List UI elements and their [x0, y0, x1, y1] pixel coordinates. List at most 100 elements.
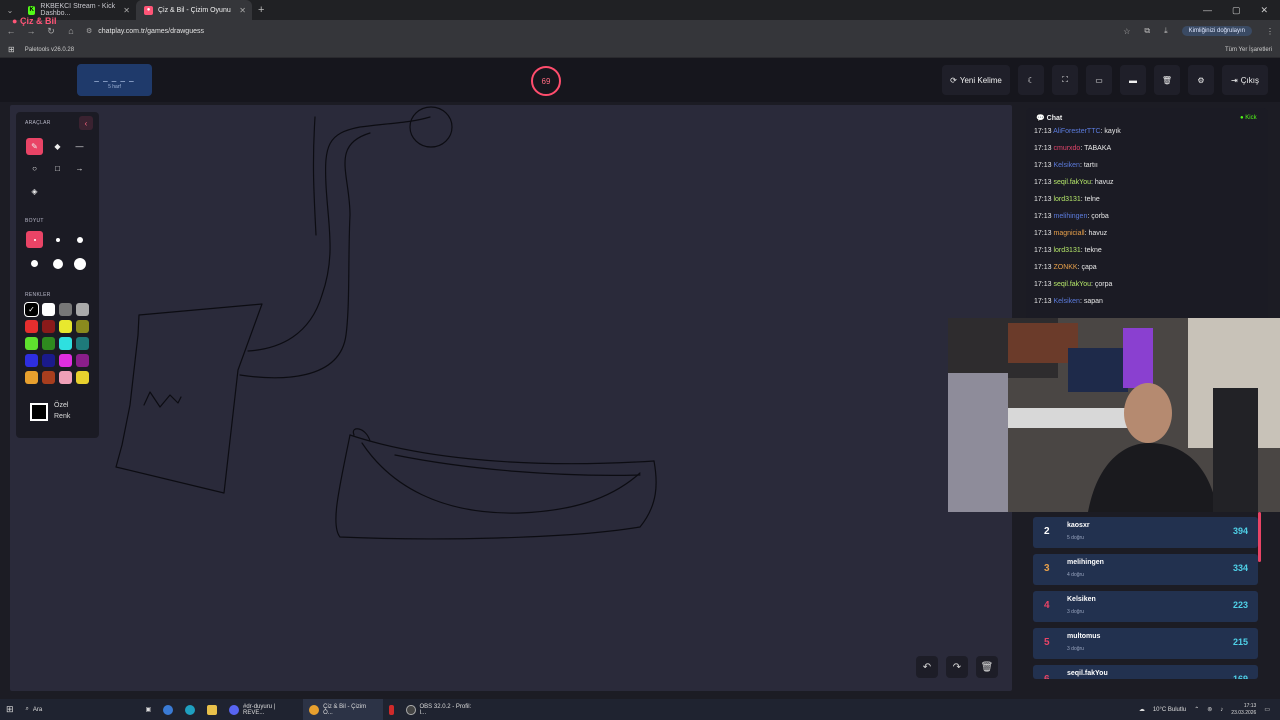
start-button[interactable]: ⊞: [0, 699, 20, 720]
panel-icon: ▬: [1129, 75, 1137, 85]
size-2-button[interactable]: [49, 231, 66, 248]
bookmark-paletools[interactable]: Paletools v26.0.28: [25, 47, 74, 53]
color-swatch[interactable]: [42, 354, 55, 367]
rectangle-tool-button[interactable]: □: [49, 160, 66, 177]
color-swatch[interactable]: [59, 320, 72, 333]
color-swatch[interactable]: [59, 371, 72, 384]
minimize-icon[interactable]: —: [1203, 5, 1212, 16]
panel-button[interactable]: ▬: [1120, 65, 1146, 95]
leaderboard-scrollbar[interactable]: [1258, 512, 1261, 562]
clear-button[interactable]: 🗑: [1154, 65, 1180, 95]
download-icon[interactable]: ⤓: [1164, 26, 1168, 36]
all-bookmarks-link[interactable]: Tüm Yer İşaretleri: [1225, 47, 1272, 53]
exit-button[interactable]: ⇥ Çıkış: [1222, 65, 1268, 95]
layout-button[interactable]: ▭: [1086, 65, 1112, 95]
dark-mode-button[interactable]: ☾: [1018, 65, 1044, 95]
back-icon[interactable]: ←: [6, 26, 16, 36]
eraser-tool-button[interactable]: ◆: [49, 138, 66, 155]
size-5-button[interactable]: [49, 255, 66, 272]
color-swatch[interactable]: [42, 320, 55, 333]
network-icon[interactable]: ⊚: [1207, 706, 1212, 713]
chat-username[interactable]: cmurxdo: [1053, 145, 1080, 152]
taskbar-app-chrome[interactable]: Çiz & Bil - Çizim O...: [303, 699, 384, 720]
color-swatch[interactable]: [76, 303, 89, 316]
star-icon[interactable]: ☆: [1123, 27, 1130, 36]
circle-tool-button[interactable]: ○: [26, 160, 43, 177]
new-tab-icon[interactable]: +: [258, 4, 264, 16]
chat-username[interactable]: ZONKK: [1053, 264, 1077, 271]
color-swatch[interactable]: [76, 371, 89, 384]
color-swatch[interactable]: [59, 303, 72, 316]
color-swatch[interactable]: [76, 337, 89, 350]
chat-username[interactable]: melihingen: [1053, 213, 1087, 220]
close-icon[interactable]: ✕: [239, 6, 246, 15]
drawing-canvas[interactable]: [10, 105, 1012, 691]
clear-canvas-button[interactable]: 🗑: [976, 656, 998, 678]
color-swatch[interactable]: [76, 354, 89, 367]
color-swatch[interactable]: [25, 354, 38, 367]
menu-icon[interactable]: ⋮: [1266, 27, 1274, 36]
chat-username[interactable]: seqil.fakYou: [1053, 281, 1091, 288]
color-swatch[interactable]: [42, 337, 55, 350]
fullscreen-button[interactable]: ⛶: [1052, 65, 1078, 95]
settings-button[interactable]: ⚙: [1188, 65, 1214, 95]
chat-username[interactable]: AliForesterTTC: [1053, 128, 1100, 135]
fill-tool-button[interactable]: ◈: [26, 183, 43, 200]
chat-username[interactable]: magniciall: [1053, 230, 1084, 237]
maximize-icon[interactable]: ▢: [1232, 5, 1241, 16]
collapse-panel-button[interactable]: ‹: [79, 116, 93, 130]
color-swatch[interactable]: [25, 320, 38, 333]
new-word-button[interactable]: ⟳ Yeni Kelime: [942, 65, 1010, 95]
forward-icon[interactable]: →: [26, 26, 36, 36]
undo-button[interactable]: ↶: [916, 656, 938, 678]
taskbar-app-obs[interactable]: OBS 32.0.2 - Profil: I...: [400, 699, 480, 720]
redo-button[interactable]: ↷: [946, 656, 968, 678]
size-6-button[interactable]: [71, 255, 88, 272]
size-4-button[interactable]: [26, 255, 43, 272]
reload-icon[interactable]: ↻: [46, 26, 56, 37]
size-1-button[interactable]: [26, 231, 43, 248]
line-tool-button[interactable]: —: [71, 138, 88, 155]
weather-text[interactable]: 10°C Bulutlu: [1153, 707, 1186, 713]
pen-tool-button[interactable]: ✎: [26, 138, 43, 155]
taskbar-search[interactable]: ⌕ Ara: [20, 699, 140, 720]
url-field[interactable]: ⚙ chatplay.com.tr/games/drawguess: [86, 27, 204, 36]
apps-grid-icon[interactable]: ⊞: [8, 45, 15, 54]
home-icon[interactable]: ⌂: [66, 26, 76, 36]
color-swatch[interactable]: [42, 303, 55, 316]
extensions-icon[interactable]: ⧉: [1144, 26, 1150, 36]
color-swatch[interactable]: [59, 337, 72, 350]
task-view-icon[interactable]: ▣: [140, 699, 158, 720]
clock[interactable]: 17:13 23.03.2026: [1231, 703, 1256, 717]
color-swatch[interactable]: ✓: [24, 302, 39, 317]
chat-username[interactable]: Kelsiken: [1053, 298, 1079, 305]
color-swatch[interactable]: [42, 371, 55, 384]
taskbar-app-discord[interactable]: #dr-duyuru | REVE...: [223, 699, 303, 720]
red-app-icon[interactable]: [383, 699, 400, 720]
close-icon[interactable]: ✕: [123, 6, 130, 15]
chevron-up-icon[interactable]: ⌃: [1194, 706, 1199, 713]
chat-username[interactable]: lord3131: [1053, 196, 1080, 203]
chat-username[interactable]: seqil.fakYou: [1053, 179, 1091, 186]
verify-identity-button[interactable]: Kimliğinizi doğrulayın: [1181, 26, 1252, 36]
copilot-icon[interactable]: [157, 699, 179, 720]
chat-username[interactable]: lord3131: [1053, 247, 1080, 254]
windows-taskbar: ⊞ ⌕ Ara ▣ #dr-duyuru | REVE... Çiz & Bil…: [0, 699, 1280, 720]
close-window-icon[interactable]: ✕: [1260, 5, 1268, 16]
site-info-icon[interactable]: ⚙: [86, 27, 92, 35]
custom-color-label[interactable]: Özel Renk: [54, 400, 70, 422]
color-swatch[interactable]: [59, 354, 72, 367]
tab-drawguess[interactable]: ● Çiz & Bil - Çizim Oyunu ✕: [136, 0, 252, 20]
arrow-tool-button[interactable]: →: [71, 160, 88, 177]
chat-username[interactable]: Kelsiken: [1053, 162, 1079, 169]
notification-icon[interactable]: ▭: [1264, 706, 1270, 713]
color-swatch[interactable]: [76, 320, 89, 333]
color-swatch[interactable]: [25, 371, 38, 384]
edge-icon[interactable]: [179, 699, 201, 720]
tab-search-icon[interactable]: ⌄: [0, 6, 20, 15]
file-explorer-icon[interactable]: [201, 699, 223, 720]
volume-icon[interactable]: ♪: [1220, 707, 1223, 713]
color-swatch[interactable]: [25, 337, 38, 350]
size-3-button[interactable]: [71, 231, 88, 248]
custom-color-swatch[interactable]: [30, 403, 48, 421]
